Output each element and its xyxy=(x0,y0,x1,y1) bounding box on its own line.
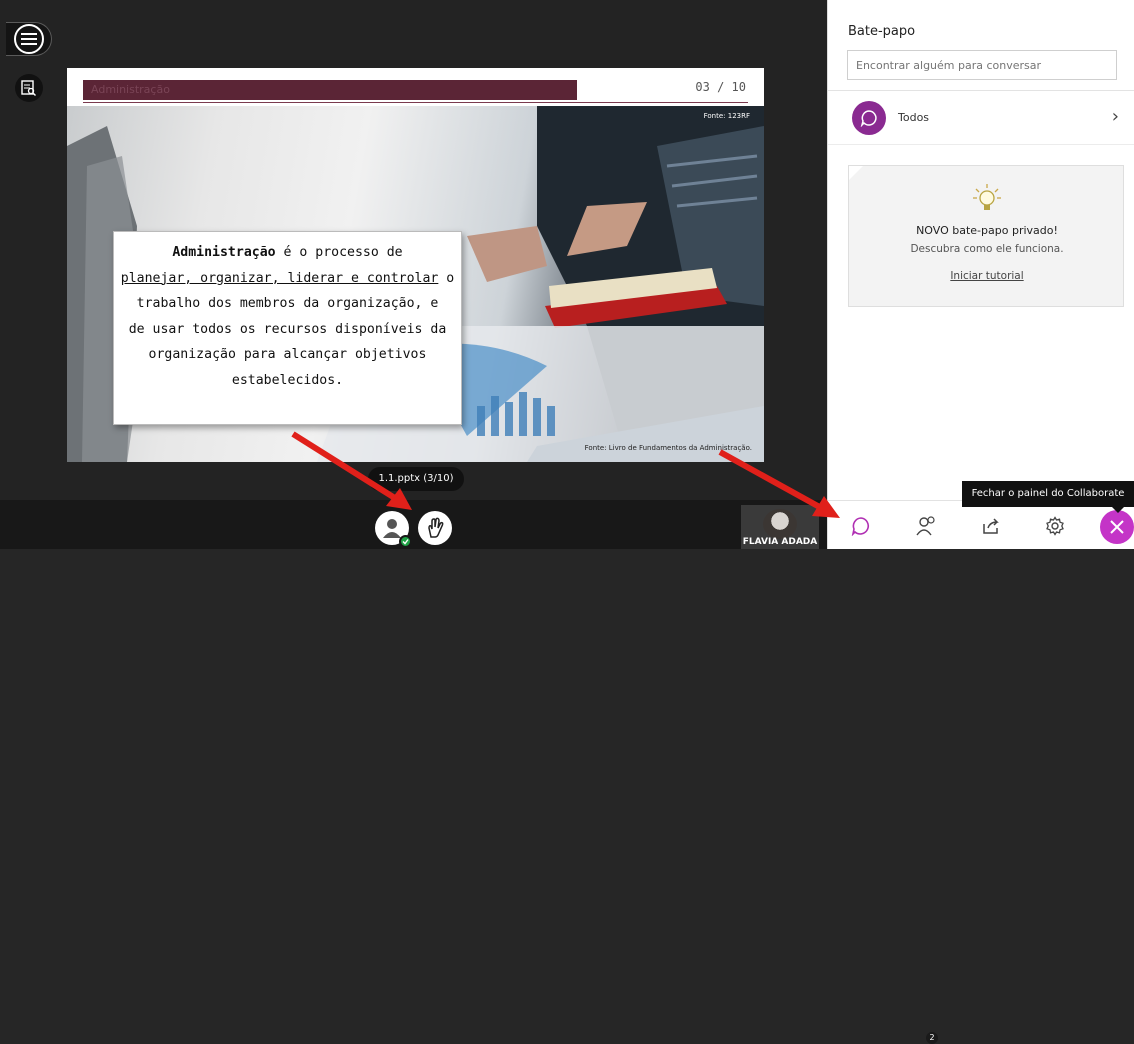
annotation-arrow xyxy=(718,449,840,518)
participant-count-badge: 2 xyxy=(926,1032,938,1044)
annotation-arrow xyxy=(291,431,412,510)
annotation-arrows xyxy=(291,431,840,518)
